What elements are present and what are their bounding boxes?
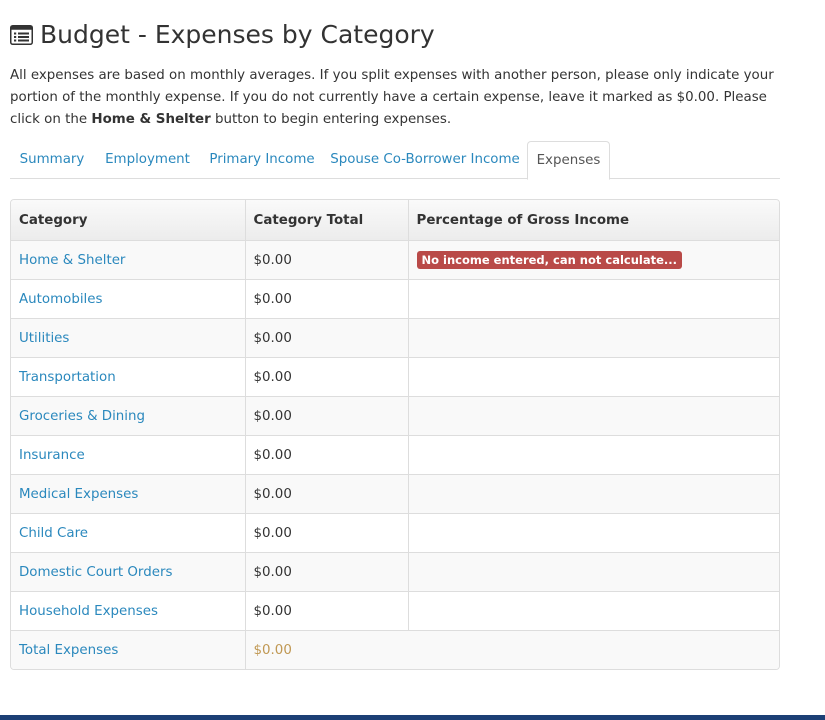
- category-cell: Child Care: [11, 513, 246, 553]
- category-cell: Household Expenses: [11, 591, 246, 631]
- page-title: Budget - Expenses by Category: [40, 20, 435, 49]
- tab-primary-income[interactable]: Primary Income: [201, 141, 323, 179]
- category-cell: Domestic Court Orders: [11, 552, 246, 592]
- category-link-insurance[interactable]: Insurance: [19, 448, 85, 463]
- category-link-child-care[interactable]: Child Care: [19, 526, 88, 541]
- table-row: Automobiles $0.00: [11, 279, 779, 319]
- percentage-cell: [408, 474, 779, 514]
- category-total-cell: $0.00: [245, 279, 409, 319]
- category-cell: Insurance: [11, 435, 246, 475]
- list-icon: [10, 25, 33, 45]
- table-row: Utilities $0.00: [11, 318, 779, 358]
- expenses-table: Category Category Total Percentage of Gr…: [10, 199, 780, 670]
- page-header: Budget - Expenses by Category: [10, 17, 435, 53]
- category-total-cell: $0.00: [245, 591, 409, 631]
- category-cell: Medical Expenses: [11, 474, 246, 514]
- category-total-cell: $0.00: [245, 357, 409, 397]
- category-cell: Automobiles: [11, 279, 246, 319]
- category-total-cell: $0.00: [245, 318, 409, 358]
- footer-bar: [0, 715, 825, 720]
- category-cell: Utilities: [11, 318, 246, 358]
- intro-text-part2: button to begin entering expenses.: [210, 112, 452, 127]
- tab-bar: Summary Employment Primary Income Spouse…: [10, 141, 780, 180]
- percentage-cell: [408, 357, 779, 397]
- category-cell: Transportation: [11, 357, 246, 397]
- category-link-automobiles[interactable]: Automobiles: [19, 292, 102, 307]
- category-link-utilities[interactable]: Utilities: [19, 331, 69, 346]
- header-percentage-of-gross-income: Percentage of Gross Income: [408, 200, 779, 241]
- category-cell: Home & Shelter: [11, 240, 246, 280]
- header-category-total: Category Total: [245, 200, 409, 241]
- header-category: Category: [11, 200, 246, 241]
- percentage-cell: [408, 552, 779, 592]
- total-expenses-link[interactable]: Total Expenses: [19, 643, 118, 658]
- category-total-cell: $0.00: [245, 513, 409, 553]
- percentage-cell: [408, 591, 779, 631]
- category-total-cell: $0.00: [245, 240, 409, 280]
- no-income-warning-badge: No income entered, can not calculate...: [416, 251, 683, 269]
- total-row: Total Expenses $0.00: [11, 630, 779, 669]
- category-link-domestic-court-orders[interactable]: Domestic Court Orders: [19, 565, 172, 580]
- table-row: Insurance $0.00: [11, 435, 779, 475]
- table-row: Transportation $0.00: [11, 357, 779, 397]
- table-row: Domestic Court Orders $0.00: [11, 552, 779, 592]
- tab-summary[interactable]: Summary: [10, 141, 94, 179]
- category-total-cell: $0.00: [245, 396, 409, 436]
- table-header-row: Category Category Total Percentage of Gr…: [11, 200, 779, 241]
- percentage-cell: [408, 318, 779, 358]
- category-total-cell: $0.00: [245, 435, 409, 475]
- table-row: Home & Shelter $0.00 No income entered, …: [11, 240, 779, 280]
- total-expenses-amount: $0.00: [245, 630, 779, 669]
- percentage-cell: [408, 396, 779, 436]
- total-label-cell: Total Expenses: [11, 630, 246, 669]
- category-link-home-shelter[interactable]: Home & Shelter: [19, 253, 125, 268]
- category-link-groceries-dining[interactable]: Groceries & Dining: [19, 409, 145, 424]
- percentage-cell: No income entered, can not calculate...: [408, 240, 779, 280]
- intro-text-bold: Home & Shelter: [91, 112, 211, 127]
- budget-expenses-page: Budget - Expenses by Category All expens…: [0, 0, 825, 720]
- category-cell: Groceries & Dining: [11, 396, 246, 436]
- category-link-household-expenses[interactable]: Household Expenses: [19, 604, 158, 619]
- table-row: Household Expenses $0.00: [11, 591, 779, 631]
- tab-expenses[interactable]: Expenses: [527, 141, 610, 180]
- table-row: Child Care $0.00: [11, 513, 779, 553]
- category-link-medical-expenses[interactable]: Medical Expenses: [19, 487, 138, 502]
- percentage-cell: [408, 279, 779, 319]
- percentage-cell: [408, 513, 779, 553]
- table-row: Medical Expenses $0.00: [11, 474, 779, 514]
- tab-spouse-co-borrower-income[interactable]: Spouse Co-Borrower Income: [323, 141, 527, 179]
- category-link-transportation[interactable]: Transportation: [19, 370, 116, 385]
- intro-text: All expenses are based on monthly averag…: [10, 65, 780, 131]
- category-total-cell: $0.00: [245, 474, 409, 514]
- tab-employment[interactable]: Employment: [94, 141, 201, 179]
- percentage-cell: [408, 435, 779, 475]
- table-row: Groceries & Dining $0.00: [11, 396, 779, 436]
- category-total-cell: $0.00: [245, 552, 409, 592]
